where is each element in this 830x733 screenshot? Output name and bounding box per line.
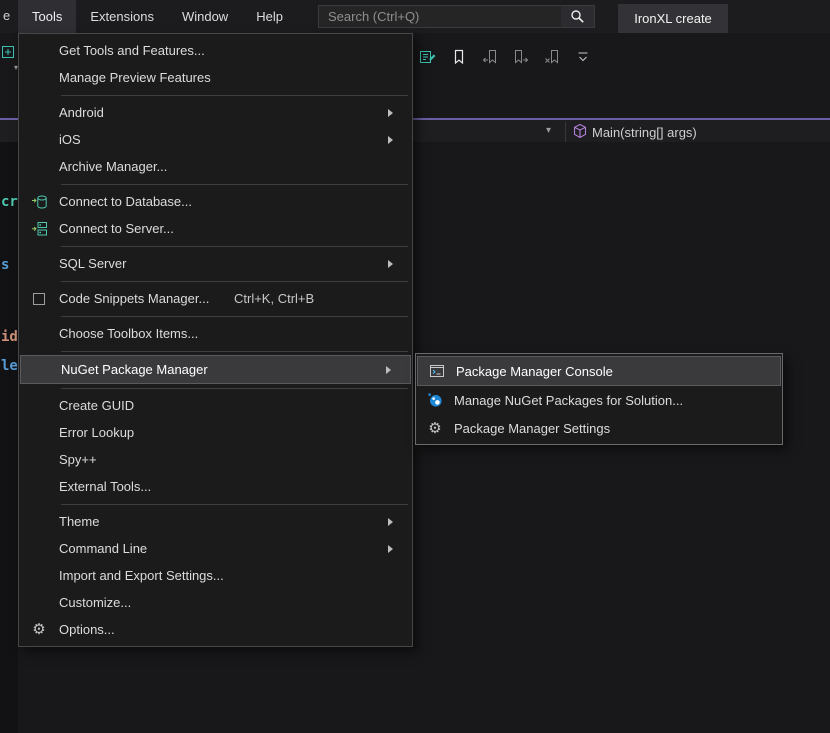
tools-menu-item-archive-manager[interactable]: Archive Manager... xyxy=(19,153,412,180)
clear-bookmarks-button[interactable] xyxy=(542,47,562,67)
menu-separator xyxy=(19,312,412,320)
method-icon xyxy=(572,123,588,142)
console-icon xyxy=(418,363,456,379)
code-fragment: s xyxy=(1,257,9,273)
toggle-bookmark-button[interactable] xyxy=(449,47,469,67)
menu-separator xyxy=(19,347,412,355)
member-label: Main(string[] args) xyxy=(592,125,697,140)
tools-menu-item-manage-preview-features[interactable]: Manage Preview Features xyxy=(19,64,412,91)
submenu-arrow-icon xyxy=(388,545,403,553)
gear-icon: ⚙ xyxy=(19,622,59,637)
tools-menu-item-nuget-package-manager[interactable]: NuGet Package Manager xyxy=(20,355,411,384)
menu-separator xyxy=(19,180,412,188)
search-box[interactable] xyxy=(318,5,595,28)
nuget-package-manager-submenu: Package Manager Console Manage NuGet Pac… xyxy=(415,353,783,445)
code-fragment: le xyxy=(1,358,18,374)
gear-icon: ⚙ xyxy=(416,421,454,436)
toolbar-overflow-button[interactable] xyxy=(573,47,593,67)
tools-menu-item-get-tools-and-features[interactable]: Get Tools and Features... xyxy=(19,37,412,64)
tools-menu-item-spy[interactable]: Spy++ xyxy=(19,446,412,473)
menu-bar: e ToolsExtensionsWindowHelp IronXL creat… xyxy=(0,0,830,33)
tools-menu: Get Tools and Features... Manage Preview… xyxy=(18,33,413,647)
menu-separator xyxy=(19,242,412,250)
script-tool-button[interactable] xyxy=(418,47,438,67)
menu-separator xyxy=(19,277,412,285)
tools-menu-item-choose-toolbox-items[interactable]: Choose Toolbox Items... xyxy=(19,320,412,347)
code-fragment: id xyxy=(1,329,18,345)
overflow-icon xyxy=(563,49,603,65)
ironxl-create-button[interactable]: IronXL create xyxy=(618,4,728,33)
tools-menu-item-create-guid[interactable]: Create GUID xyxy=(19,392,412,419)
chevron-down-icon: ▾ xyxy=(546,125,551,136)
menu-separator xyxy=(19,91,412,99)
tools-menu-item-error-lookup[interactable]: Error Lookup xyxy=(19,419,412,446)
connect-server-icon xyxy=(19,221,59,237)
clipped-menu-text: e xyxy=(3,8,10,23)
nuget-icon xyxy=(416,392,454,408)
previous-bookmark-button[interactable] xyxy=(480,47,500,67)
visual-studio-window: e ToolsExtensionsWindowHelp IronXL creat… xyxy=(0,0,830,733)
submenu-arrow-icon xyxy=(386,366,401,374)
new-item-dropdown[interactable]: ▾ xyxy=(1,45,18,69)
tools-menu-item-connect-to-database[interactable]: Connect to Database... xyxy=(19,188,412,215)
editor-left-edge xyxy=(0,142,18,733)
search-input[interactable] xyxy=(319,9,561,24)
menu-separator xyxy=(19,500,412,508)
tools-menu-item-external-tools[interactable]: External Tools... xyxy=(19,473,412,500)
code-snippets-icon xyxy=(19,291,59,307)
next-bookmark-button[interactable] xyxy=(511,47,531,67)
tools-menu-item-ios[interactable]: iOS xyxy=(19,126,412,153)
connect-database-icon xyxy=(19,194,59,210)
code-fragment: cr xyxy=(1,194,18,210)
bookmark-toolbar xyxy=(418,47,593,67)
new-item-icon xyxy=(1,46,15,63)
menubar-help[interactable]: Help xyxy=(242,0,297,33)
submenu-arrow-icon xyxy=(388,109,403,117)
tools-menu-item-customize[interactable]: Customize... xyxy=(19,589,412,616)
nuget-submenu-item-package-manager-console[interactable]: Package Manager Console xyxy=(417,356,781,386)
tools-menu-item-connect-to-server[interactable]: Connect to Server... xyxy=(19,215,412,242)
submenu-arrow-icon xyxy=(388,136,403,144)
submenu-arrow-icon xyxy=(388,260,403,268)
menubar-tools[interactable]: Tools xyxy=(18,0,76,33)
tools-menu-item-sql-server[interactable]: SQL Server xyxy=(19,250,412,277)
nuget-submenu-item-manage-nuget-packages-for-solution[interactable]: Manage NuGet Packages for Solution... xyxy=(416,386,782,414)
tools-menu-item-theme[interactable]: Theme xyxy=(19,508,412,535)
menubar-extensions[interactable]: Extensions xyxy=(76,0,168,33)
member-dropdown[interactable]: Main(string[] args) xyxy=(565,122,830,142)
menubar-window[interactable]: Window xyxy=(168,0,242,33)
tools-menu-item-android[interactable]: Android xyxy=(19,99,412,126)
menu-separator xyxy=(19,384,412,392)
tools-menu-item-options[interactable]: ⚙ Options... xyxy=(19,616,412,643)
tools-menu-item-code-snippets-manager[interactable]: Code Snippets Manager... Ctrl+K, Ctrl+B xyxy=(19,285,412,312)
submenu-arrow-icon xyxy=(388,518,403,526)
nuget-submenu-item-package-manager-settings[interactable]: ⚙ Package Manager Settings xyxy=(416,414,782,442)
tools-menu-item-import-and-export-settings[interactable]: Import and Export Settings... xyxy=(19,562,412,589)
search-icon[interactable] xyxy=(561,6,594,27)
tools-menu-item-command-line[interactable]: Command Line xyxy=(19,535,412,562)
